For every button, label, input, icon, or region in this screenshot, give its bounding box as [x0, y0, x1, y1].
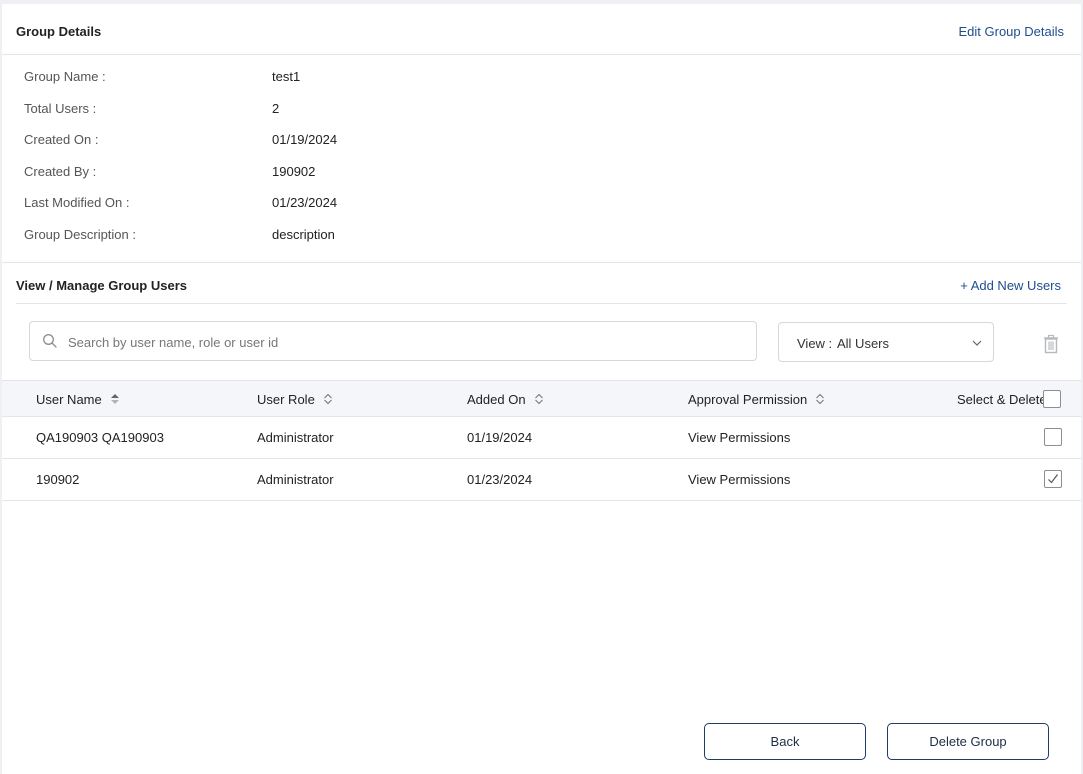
detail-label: Last Modified On : [24, 195, 130, 210]
detail-value: 01/19/2024 [272, 132, 338, 147]
detail-value: 01/23/2024 [272, 195, 338, 210]
sort-icon [323, 393, 332, 405]
user-role-cell: Administrator [257, 430, 334, 445]
table-row: 190902 Administrator 01/23/2024 View Per… [2, 459, 1081, 501]
edit-group-details-link[interactable]: Edit Group Details [959, 24, 1065, 39]
added-on-cell: 01/23/2024 [467, 472, 533, 487]
column-header-select-delete: Select & Delete [957, 392, 1047, 407]
users-section-title: View / Manage Group Users [16, 278, 187, 293]
detail-value: test1 [272, 69, 301, 84]
group-details-panel: Group Details Edit Group Details Group N… [2, 4, 1081, 774]
row-select-checkbox[interactable] [1044, 470, 1062, 488]
view-filter-label: View : [797, 336, 833, 351]
search-input[interactable] [68, 330, 738, 354]
detail-label: Created By : [24, 164, 97, 179]
column-header-label: User Name [36, 392, 102, 407]
select-all-checkbox[interactable] [1043, 390, 1061, 408]
search-icon [43, 334, 57, 348]
detail-label: Group Description : [24, 227, 136, 242]
users-table-header: User Name User Role Added On Approval Pe… [2, 380, 1081, 417]
group-details-header: Group Details Edit Group Details [2, 4, 1081, 55]
user-name-cell: 190902 [36, 472, 80, 487]
column-header-added-on[interactable]: Added On [467, 392, 544, 407]
detail-value: 2 [272, 101, 280, 116]
user-role-cell: Administrator [257, 472, 334, 487]
view-filter-select[interactable]: View : All Users [778, 322, 994, 362]
search-box [29, 321, 757, 361]
column-header-user-name[interactable]: User Name [36, 392, 120, 407]
detail-label: Created On : [24, 132, 99, 147]
delete-group-button[interactable]: Delete Group [887, 723, 1049, 760]
add-new-users-link[interactable]: + Add New Users [960, 278, 1061, 293]
view-filter-value: All Users [837, 336, 890, 351]
table-row: QA190903 QA190903 Administrator 01/19/20… [2, 417, 1081, 459]
column-header-label: Added On [467, 392, 526, 407]
chevron-down-icon [972, 340, 982, 346]
added-on-cell: 01/19/2024 [467, 430, 533, 445]
sort-icon [534, 393, 543, 405]
back-button[interactable]: Back [704, 723, 866, 760]
section-divider [16, 303, 1067, 304]
detail-label: Group Name : [24, 69, 106, 84]
detail-value: description [272, 227, 335, 242]
view-permissions-link[interactable]: View Permissions [688, 472, 790, 487]
sort-icon [110, 394, 119, 404]
section-divider [2, 262, 1081, 263]
user-name-cell: QA190903 QA190903 [36, 430, 164, 445]
column-header-user-role[interactable]: User Role [257, 392, 333, 407]
column-header-approval-permission[interactable]: Approval Permission [688, 392, 825, 407]
detail-label: Total Users : [24, 101, 97, 116]
checkmark-icon [1048, 474, 1058, 484]
sort-icon [816, 393, 825, 405]
detail-value: 190902 [272, 164, 316, 179]
trash-icon[interactable] [1042, 334, 1060, 354]
page-title: Group Details [16, 24, 102, 39]
view-permissions-link[interactable]: View Permissions [688, 430, 790, 445]
column-header-label: Approval Permission [688, 392, 808, 407]
column-header-label: User Role [257, 392, 315, 407]
row-select-checkbox[interactable] [1044, 428, 1062, 446]
